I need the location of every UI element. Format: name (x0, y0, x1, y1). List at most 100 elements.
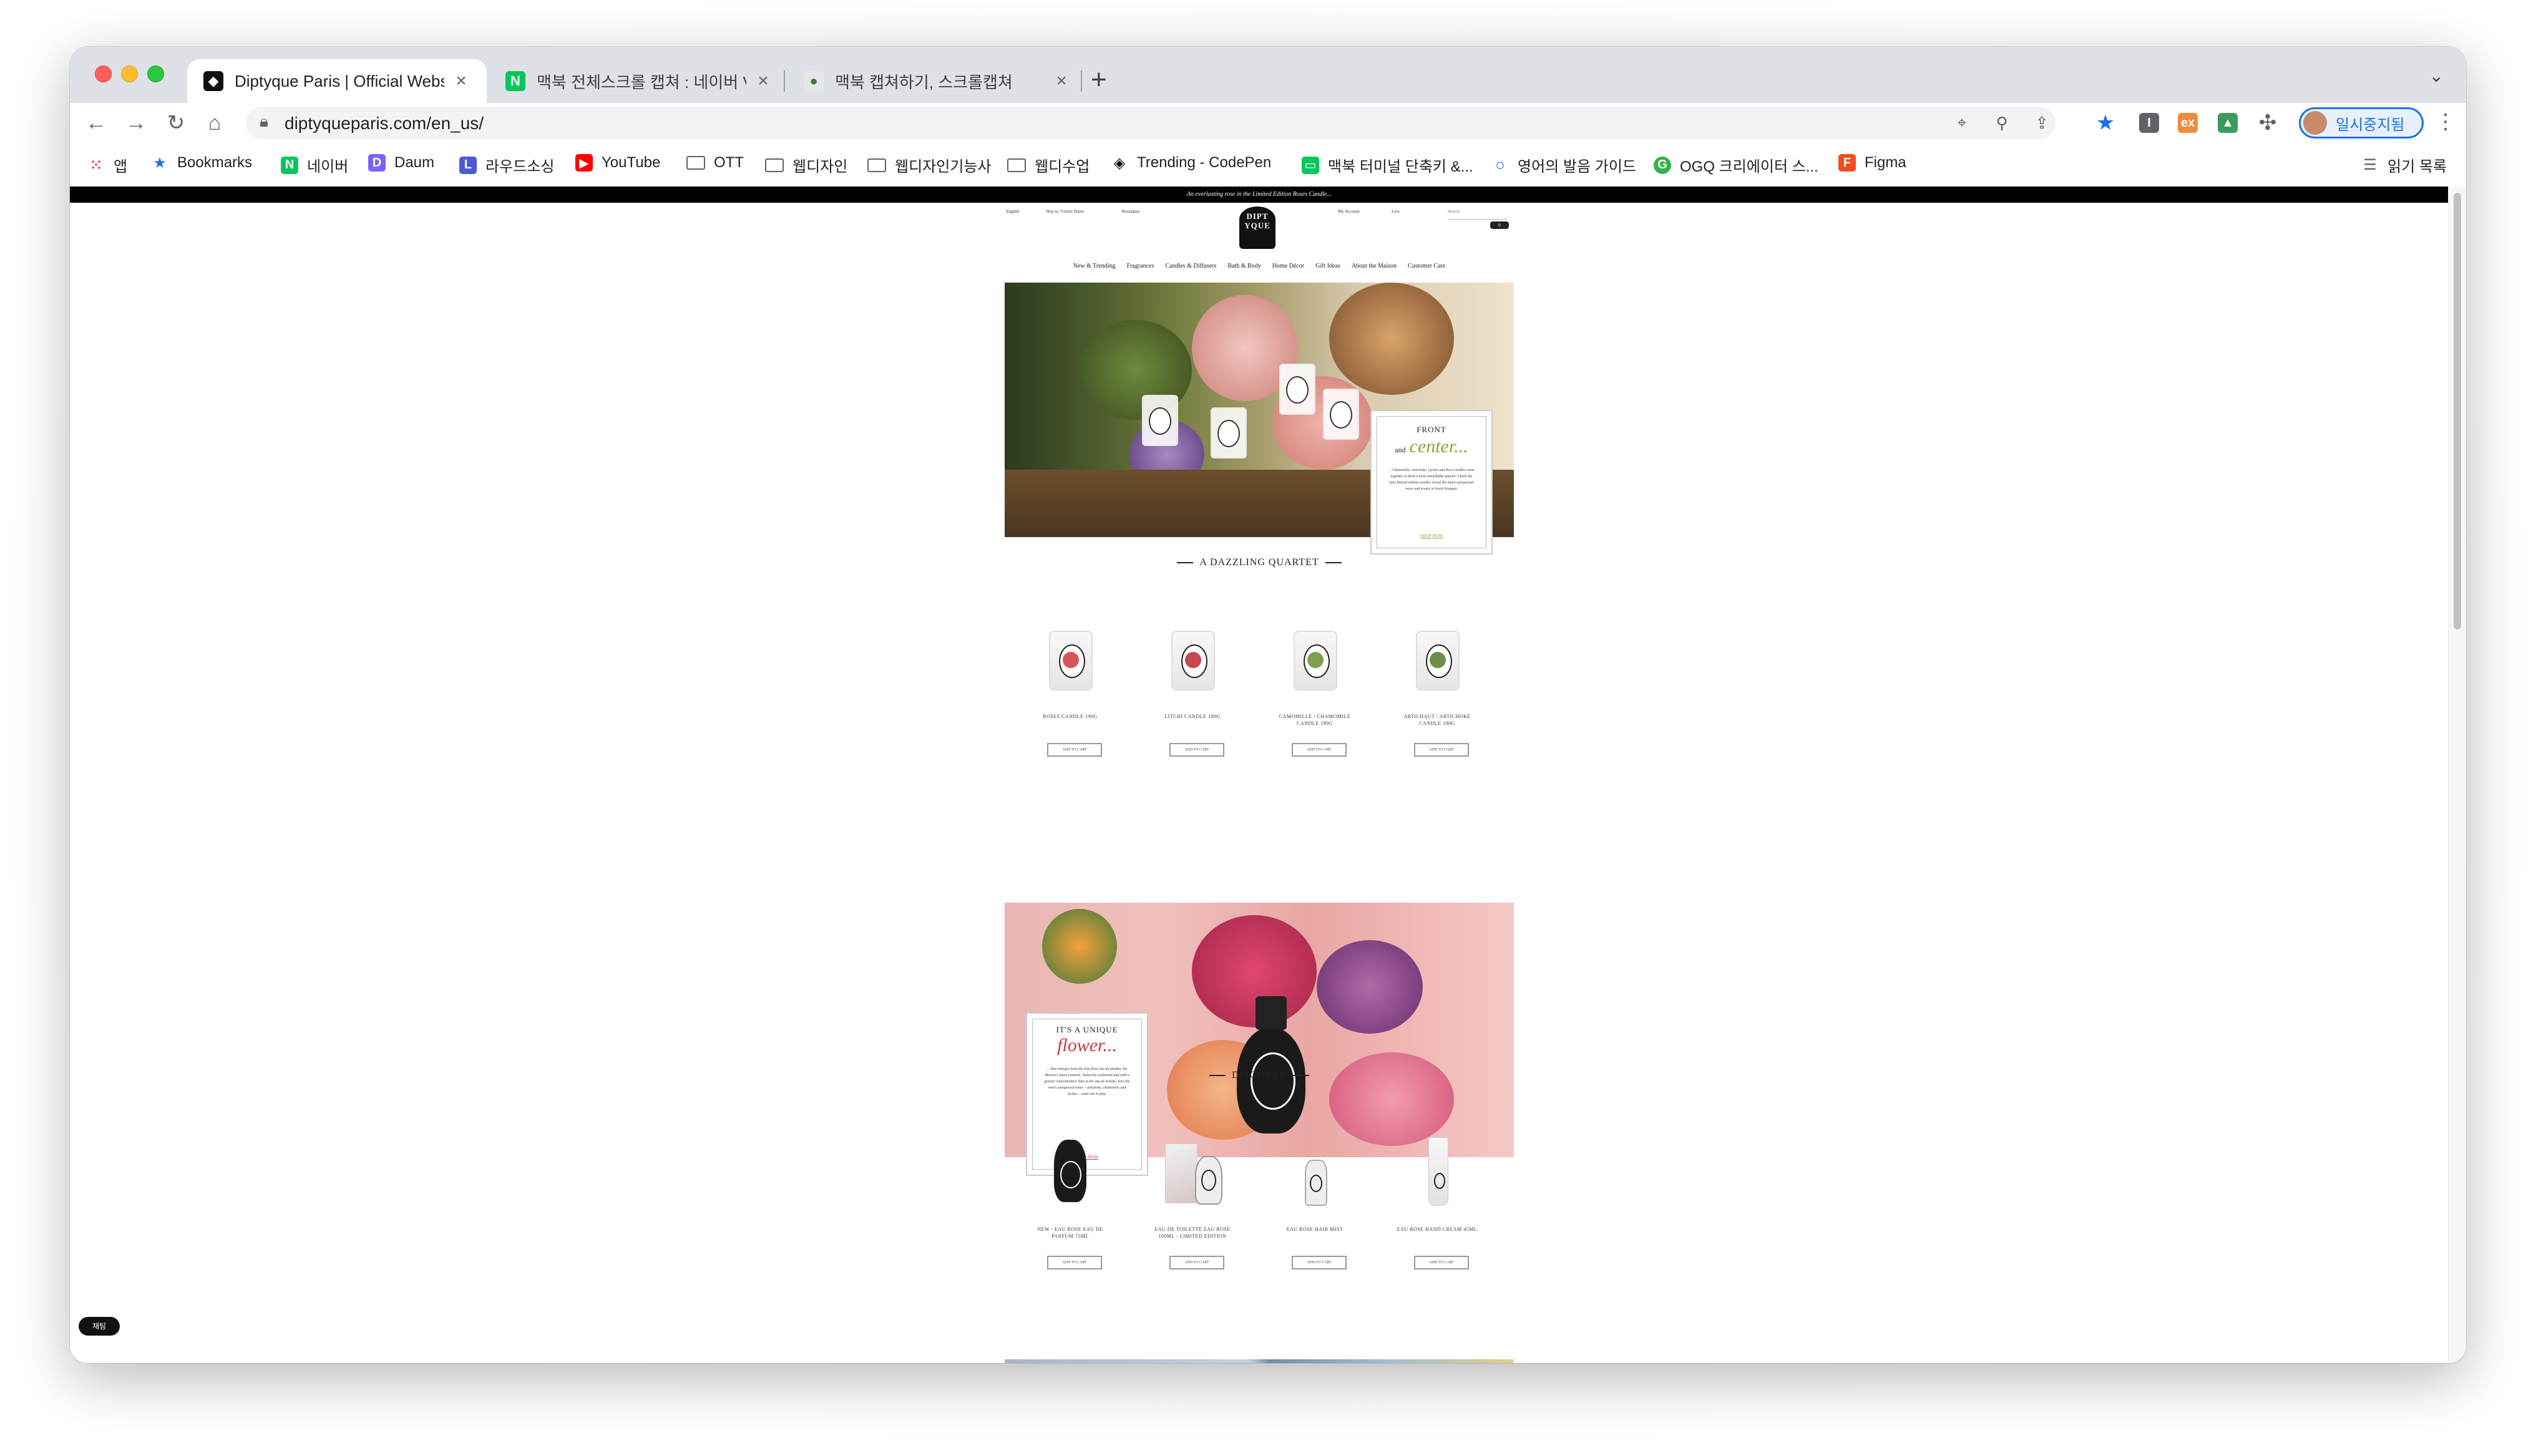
product-card[interactable]: ARTICHAUT / ARTICHOKE CANDLE 190G ADD TO… (1390, 624, 1484, 768)
main-navigation: New & Trending Fragrances Candles & Diff… (1005, 263, 1514, 275)
back-arrow-icon[interactable]: ← (82, 109, 110, 137)
add-to-cart-button[interactable]: ADD TO CART (1047, 743, 1102, 757)
scrollbar-thumb[interactable] (2454, 193, 2461, 629)
bookmark-youtube[interactable]: ▶ YouTube (575, 154, 660, 172)
bookmark-label: YouTube (602, 154, 661, 171)
product-card[interactable]: LITCHI CANDLE 190G ADD TO CART (1146, 624, 1239, 768)
announcement-bar[interactable]: An everlasting rose in the Limited Editi… (70, 187, 2449, 203)
nav-fragrances[interactable]: Fragrances (1126, 263, 1154, 275)
nav-new-trending[interactable]: New & Trending (1073, 263, 1116, 275)
tab-search-chevron-icon[interactable]: ⌄ (2429, 66, 2444, 86)
chat-button[interactable]: 채팅 (79, 1317, 120, 1336)
bookmark-bookmarks[interactable]: ★ Bookmarks (151, 154, 252, 172)
close-tab-icon[interactable]: × (452, 70, 471, 92)
bookmark-terminal-shortcuts[interactable]: ▭ 맥북 터미널 단축키 &... (1302, 154, 1473, 176)
close-tab-icon[interactable]: × (1052, 70, 1071, 92)
nav-gift-ideas[interactable]: Gift Ideas (1315, 263, 1340, 275)
translate-icon[interactable]: ⌖ (1949, 110, 1974, 135)
add-to-cart-button[interactable]: ADD TO CART (1414, 1256, 1469, 1269)
nav-bath-body[interactable]: Bath & Body (1227, 263, 1261, 275)
next-banner-image[interactable] (1005, 1359, 1514, 1363)
bird-of-paradise-image (1042, 909, 1117, 984)
hero-banner-perfume[interactable]: IT'S A UNIQUE flower... ... that emerges… (1005, 903, 1514, 1176)
bookmark-pronunciation-guide[interactable]: ○ 영어의 발음 가이드 (1491, 154, 1636, 176)
reload-icon[interactable]: ↻ (162, 109, 190, 137)
naver-favicon-icon: N (505, 71, 525, 91)
cart-count: 0 (1498, 223, 1501, 228)
search-input[interactable]: Search (1448, 209, 1508, 220)
bookmark-ogq[interactable]: G OGQ 크리에이터 스... (1654, 154, 1818, 176)
page-scrollbar[interactable] (2448, 187, 2466, 1363)
forward-arrow-icon[interactable]: → (122, 109, 150, 137)
bookmark-star-icon[interactable]: ★ (2092, 109, 2119, 137)
product-card[interactable]: ROSES CANDLE 190G ADD TO CART (1023, 624, 1117, 768)
product-card[interactable]: NEW - EAU ROSE EAU DE PARFUM 75ML ADD TO… (1023, 1137, 1117, 1281)
product-card[interactable]: EAU ROSE HAIR MIST ADD TO CART (1268, 1137, 1362, 1281)
boutiques-link[interactable]: Boutiques (1122, 209, 1139, 214)
language-selector[interactable]: English (1006, 209, 1019, 214)
add-to-cart-button[interactable]: ADD TO CART (1047, 1256, 1102, 1269)
bookmark-apps[interactable]: ⁙ 앱 (87, 154, 127, 176)
bookmark-loudsourcing[interactable]: L 라우드소싱 (459, 154, 554, 176)
maximize-window-button[interactable] (147, 66, 164, 82)
reading-list-label: 읽기 목록 (2387, 158, 2447, 175)
extensions-puzzle-icon[interactable]: ✣ (2254, 109, 2281, 137)
address-bar[interactable]: 🔒︎ diptyqueparis.com/en_us/ ⌖ ⚲ ⇪ (246, 107, 2056, 139)
zoom-icon[interactable]: ⚲ (1989, 110, 2014, 135)
bookmark-label: 웹디자인 (792, 158, 848, 175)
my-account-link[interactable]: My Account (1338, 209, 1360, 214)
bookmark-folder-webclass[interactable]: 웹디수업 (1007, 154, 1090, 176)
candle-image (1211, 407, 1247, 459)
close-window-button[interactable] (95, 66, 112, 82)
daum-icon: D (368, 154, 386, 172)
youtube-icon: ▶ (575, 154, 593, 172)
product-card[interactable]: EAU DE TOILETTE EAU ROSE 100ML - LIMITED… (1146, 1137, 1239, 1281)
bookmark-folder-ott[interactable]: OTT (686, 154, 744, 172)
reading-list[interactable]: ☰ 읽기 목록 (2361, 154, 2447, 176)
add-to-cart-button[interactable]: ADD TO CART (1169, 743, 1224, 757)
nav-home-decor[interactable]: Home Décor (1272, 263, 1304, 275)
tab-blog[interactable]: ● 맥북 캡쳐하기, 스크롤캡쳐 × (788, 59, 1087, 103)
close-tab-icon[interactable]: × (754, 70, 773, 92)
add-to-cart-button[interactable]: ADD TO CART (1414, 743, 1469, 757)
share-icon[interactable]: ⇪ (2029, 110, 2054, 135)
minimize-window-button[interactable] (121, 66, 138, 82)
bookmark-label: 영어의 발음 가이드 (1518, 158, 1636, 175)
product-card[interactable]: EAU ROSE HAND CREAM 45ML ADD TO CART (1390, 1137, 1484, 1281)
bookmark-codepen[interactable]: ◈ Trending - CodePen (1111, 154, 1271, 172)
cart-button[interactable]: 0 (1490, 221, 1509, 229)
hero-banner-candles[interactable]: FRONT and center... ... Chamomile, Artich… (1005, 283, 1514, 555)
nav-about-maison[interactable]: About the Maison (1352, 263, 1397, 275)
nav-candles-diffusers[interactable]: Candles & Diffusers (1165, 263, 1216, 275)
tab-title: Diptyque Paris | Official Websit (235, 71, 444, 90)
product-card[interactable]: CAMOMILLE / CHAMOMILE CANDLE 190G ADD TO… (1268, 624, 1362, 768)
diptyque-logo[interactable]: DIPT YQUE (1239, 206, 1275, 249)
extension-image-icon[interactable]: ▲ (2218, 113, 2238, 133)
more-menu-icon[interactable]: ⋮ (2435, 109, 2456, 134)
add-to-cart-button[interactable]: ADD TO CART (1292, 1256, 1347, 1269)
hero-headline: flower... (1057, 1035, 1117, 1056)
folder-icon (686, 156, 705, 170)
home-icon[interactable]: ⌂ (201, 109, 228, 137)
live-link[interactable]: Live (1392, 209, 1400, 214)
bookmark-figma[interactable]: F Figma (1838, 154, 1906, 172)
ship-to-selector[interactable]: Ship to: United States (1046, 209, 1084, 214)
hero-shop-link[interactable]: SHOP NOW (1372, 533, 1491, 538)
tab-naver[interactable]: N 맥북 전체스크롤 캡쳐 : 네이버 VIEW × (489, 59, 789, 103)
bookmark-folder-webdesign[interactable]: 웹디자인 (765, 154, 847, 176)
new-tab-button[interactable]: + (1091, 64, 1107, 95)
bookmark-label: 네이버 (307, 158, 349, 175)
bookmark-naver[interactable]: N 네이버 (281, 154, 348, 176)
bookmark-folder-webdesign-cert[interactable]: 웹디자인기능사 (867, 154, 992, 176)
product-name: ROSES CANDLE 190G (1043, 714, 1098, 719)
extension-reader-icon[interactable]: I (2139, 113, 2159, 133)
extension-orange-icon[interactable]: ex (2178, 113, 2198, 133)
nav-customer-care[interactable]: Customer Care (1408, 263, 1445, 275)
tab-title: 맥북 캡쳐하기, 스크롤캡쳐 (835, 72, 1013, 92)
profile-button[interactable]: 일시중지됨 (2299, 107, 2424, 138)
tab-diptyque[interactable]: ◆ Diptyque Paris | Official Websit × (187, 59, 487, 103)
bookmark-daum[interactable]: D Daum (368, 154, 434, 172)
add-to-cart-button[interactable]: ADD TO CART (1292, 743, 1347, 757)
add-to-cart-button[interactable]: ADD TO CART (1169, 1256, 1224, 1269)
lock-icon: 🔒︎ (260, 112, 268, 130)
